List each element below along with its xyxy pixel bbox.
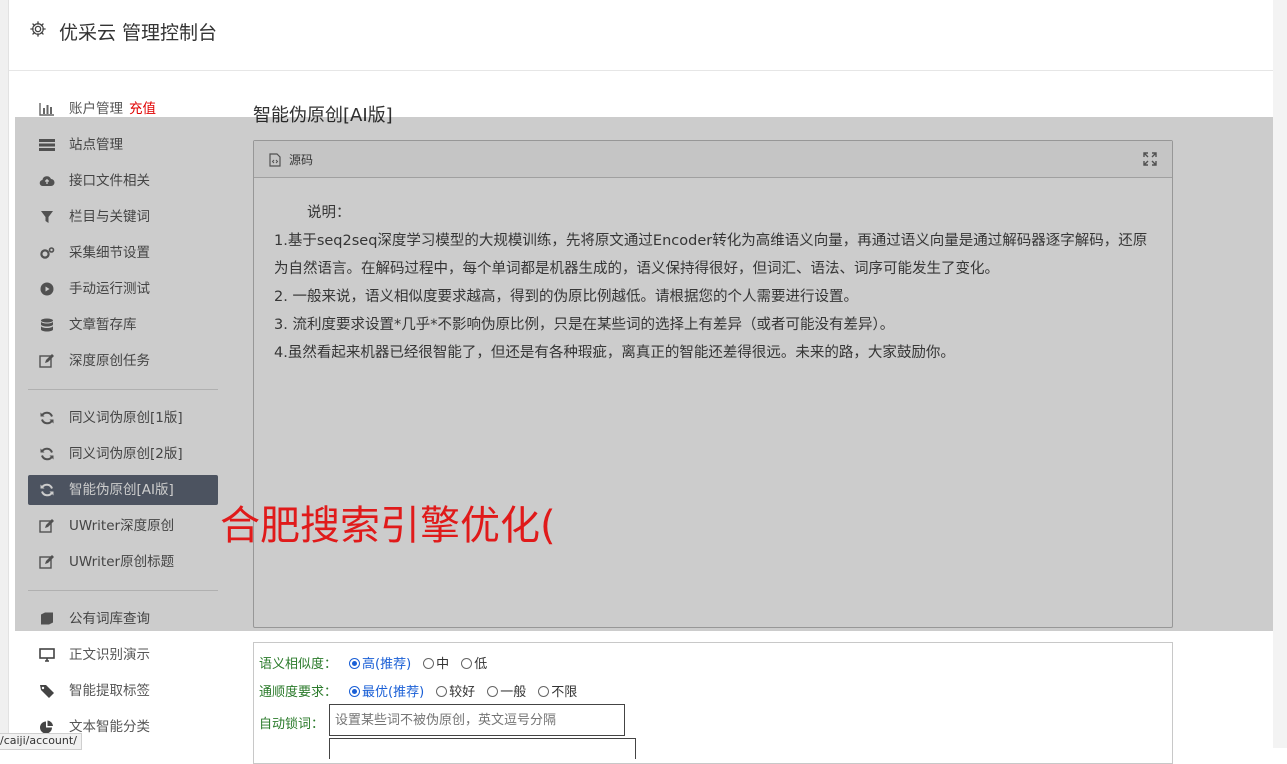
similarity-row: 语义相似度： 高(推荐) 中低 <box>259 653 487 672</box>
recharge-link[interactable]: 充值 <box>129 101 156 117</box>
top-header: 优采云 管理控制台 <box>9 0 1273 71</box>
tag-icon <box>40 685 54 698</box>
window-left-edge <box>0 0 9 748</box>
pie-chart-icon <box>40 720 53 734</box>
gear-icon <box>30 21 46 37</box>
fluency-label: 通顺度要求： <box>259 685 338 700</box>
fluency-good-radio[interactable]: 较好 <box>436 685 475 700</box>
lock-words-input[interactable] <box>329 704 625 736</box>
app-title: 优采云 管理控制台 <box>59 22 218 44</box>
sidebar-item-label: 正文识别演示 <box>69 647 150 663</box>
sidebar-item-text-recognition[interactable]: 正文识别演示 <box>28 640 218 670</box>
similarity-medium-radio[interactable]: 中 <box>423 657 449 672</box>
monitor-icon <box>39 648 55 662</box>
fluency-normal-radio[interactable]: 一般 <box>487 685 526 700</box>
secondary-input[interactable] <box>329 738 636 759</box>
similarity-label: 语义相似度： <box>259 657 338 672</box>
lock-label: 自动锁词： <box>259 717 325 732</box>
similarity-low-radio[interactable]: 低 <box>461 657 487 672</box>
similarity-high-radio[interactable]: 高(推荐) <box>349 657 411 672</box>
fluency-best-radio[interactable]: 最优(推荐) <box>349 685 424 700</box>
lock-row: 自动锁词： <box>259 713 324 732</box>
status-bar-url: /caiji/account/ <box>0 733 82 750</box>
watermark-text: 合肥搜索引擎优化( <box>220 503 556 549</box>
modal-overlay[interactable] <box>15 117 1273 631</box>
sidebar-item-smart-tags[interactable]: 智能提取标签 <box>28 676 218 706</box>
sidebar-item-label: 账户管理 <box>69 101 123 117</box>
bar-chart-icon <box>39 103 54 116</box>
sidebar-item-label: 智能提取标签 <box>69 683 150 699</box>
settings-form: 语义相似度： 高(推荐) 中低 通顺度要求： 最优(推荐) 较好 一般 不限 自动锁词： <box>253 642 1173 764</box>
scrollbar-track[interactable] <box>1273 0 1287 748</box>
fluency-row: 通顺度要求： 最优(推荐) 较好 一般 不限 <box>259 681 577 700</box>
fluency-any-radio[interactable]: 不限 <box>538 685 577 700</box>
